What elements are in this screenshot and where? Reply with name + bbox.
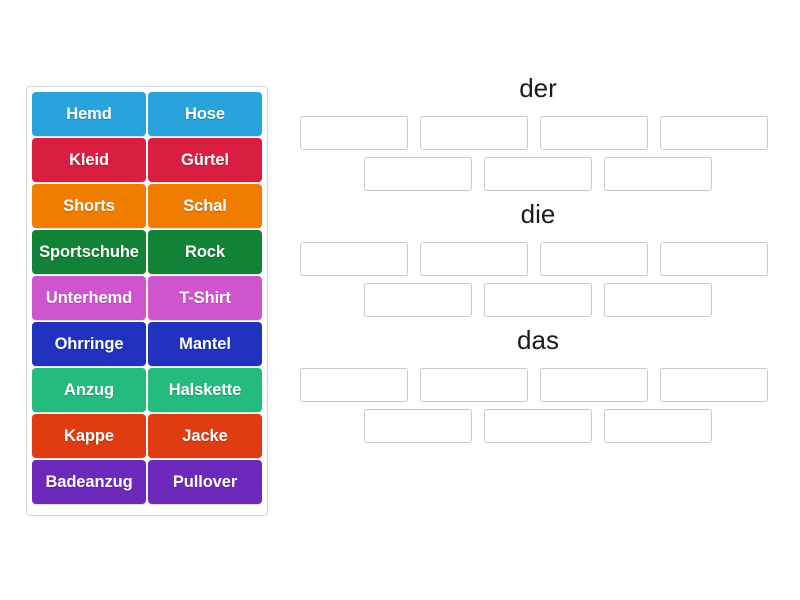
drop-slot[interactable] xyxy=(484,282,592,317)
word-tile[interactable]: Shorts xyxy=(32,184,146,228)
word-tile[interactable]: T-Shirt xyxy=(148,276,262,320)
slot-row xyxy=(300,156,776,191)
drop-slot[interactable] xyxy=(660,115,768,150)
drop-slot[interactable] xyxy=(420,115,528,150)
word-tile[interactable]: Pullover xyxy=(148,460,262,504)
drop-slot[interactable] xyxy=(364,156,472,191)
word-tile[interactable]: Anzug xyxy=(32,368,146,412)
category-list: der die das xyxy=(300,73,776,452)
drop-slot[interactable] xyxy=(660,241,768,276)
word-tile[interactable]: Hose xyxy=(148,92,262,136)
word-tile[interactable]: Kappe xyxy=(32,414,146,458)
drop-slot[interactable] xyxy=(604,408,712,443)
word-tile[interactable]: Ohrringe xyxy=(32,322,146,366)
drop-slot[interactable] xyxy=(364,408,472,443)
drop-slot[interactable] xyxy=(364,282,472,317)
category-die: die xyxy=(300,198,776,317)
category-title: die xyxy=(520,198,556,229)
drop-slot[interactable] xyxy=(484,408,592,443)
word-tile[interactable]: Unterhemd xyxy=(32,276,146,320)
slot-row xyxy=(300,282,776,317)
word-tile-panel: Hemd Hose Kleid Gürtel Shorts Schal Sportschuh… xyxy=(26,86,268,516)
category-title: der xyxy=(519,73,557,103)
drop-slot[interactable] xyxy=(540,115,648,150)
word-tile[interactable]: Kleid xyxy=(32,138,146,182)
slot-row xyxy=(300,367,776,402)
drop-slot[interactable] xyxy=(604,156,712,191)
word-tile[interactable]: Schal xyxy=(148,184,262,228)
drop-slot[interactable] xyxy=(604,282,712,317)
drop-slot[interactable] xyxy=(540,367,648,402)
word-tile[interactable]: Rock xyxy=(148,230,262,274)
drop-slot[interactable] xyxy=(300,367,408,402)
drop-slot[interactable] xyxy=(300,241,408,276)
category-das: das xyxy=(300,324,776,443)
slot-row xyxy=(300,408,776,443)
word-tile[interactable]: Sportschuhe xyxy=(32,230,146,274)
word-tile[interactable]: Hemd xyxy=(32,92,146,136)
word-tile[interactable]: Badeanzug xyxy=(32,460,146,504)
drop-slot[interactable] xyxy=(660,367,768,402)
word-tile-grid: Hemd Hose Kleid Gürtel Shorts Schal Sportschuh… xyxy=(31,91,263,511)
drop-slot[interactable] xyxy=(420,241,528,276)
word-tile[interactable]: Mantel xyxy=(148,322,262,366)
word-tile[interactable]: Jacke xyxy=(148,414,262,458)
category-title: das xyxy=(517,324,559,355)
drop-slot[interactable] xyxy=(484,156,592,191)
slot-row xyxy=(300,241,776,276)
category-der: der xyxy=(300,73,776,191)
drop-slot[interactable] xyxy=(540,241,648,276)
word-tile[interactable]: Halskette xyxy=(148,368,262,412)
slot-row xyxy=(300,115,776,150)
drop-slot[interactable] xyxy=(300,115,408,150)
drop-slot[interactable] xyxy=(420,367,528,402)
word-tile[interactable]: Gürtel xyxy=(148,138,262,182)
